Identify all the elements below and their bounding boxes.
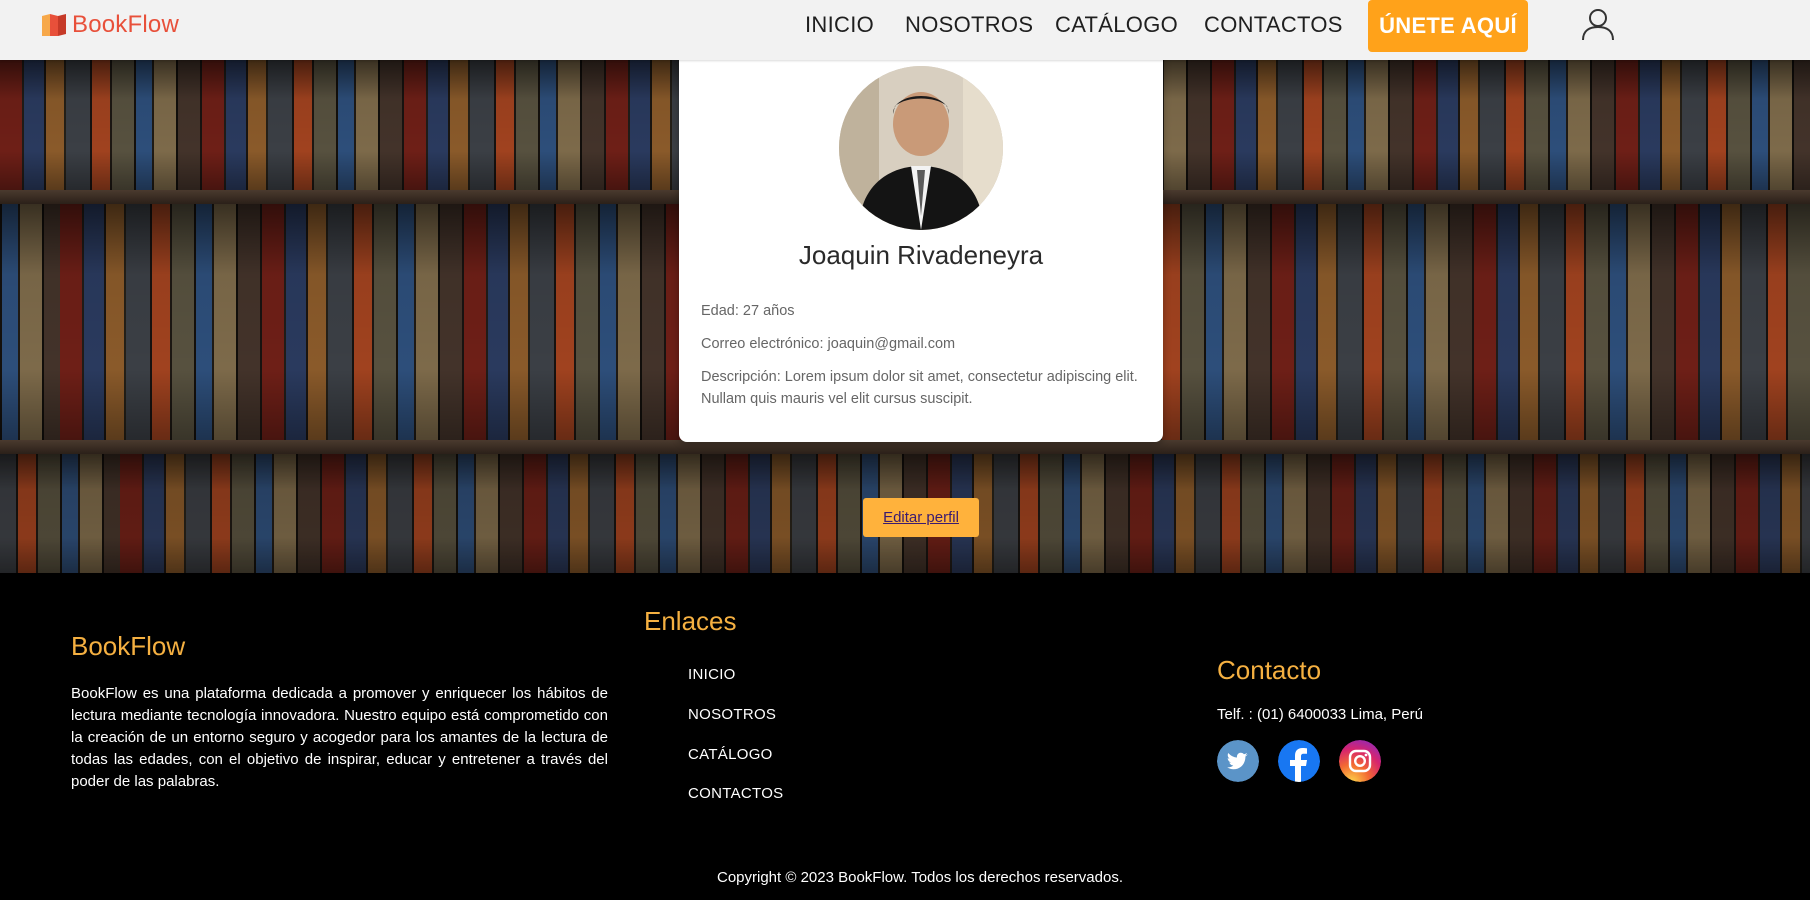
- profile-photo: [839, 66, 1003, 230]
- profile-name: Joaquin Rivadeneyra: [798, 240, 1044, 270]
- footer-contact-title: Contacto: [1217, 655, 1322, 685]
- footer-links-title: Enlaces: [644, 606, 737, 636]
- copyright-text: Copyright © 2023 BookFlow. Todos los der…: [717, 869, 1123, 886]
- avatar: [839, 66, 1003, 230]
- facebook-icon[interactable]: [1278, 740, 1320, 782]
- profile-card: Joaquin Rivadeneyra Edad: 27 años Correo…: [679, 44, 1163, 442]
- footer-link-catalogo[interactable]: CATÁLOGO: [688, 746, 773, 763]
- footer-about-text: BookFlow es una plataforma dedicada a pr…: [71, 685, 608, 790]
- book-logo-icon: [42, 14, 66, 36]
- join-button[interactable]: ÚNETE AQUÍ: [1368, 0, 1528, 52]
- nav-item-catalogo[interactable]: CATÁLOGO: [1055, 12, 1178, 38]
- brand-logo[interactable]: BookFlow: [40, 10, 179, 40]
- footer-link-inicio[interactable]: INICIO: [688, 666, 736, 683]
- instagram-icon[interactable]: [1339, 740, 1381, 782]
- nav-item-contactos[interactable]: CONTACTOS: [1204, 12, 1343, 38]
- profile-age: Edad: 27 años: [701, 303, 795, 319]
- top-navbar: BookFlow INICIO NOSOTROS CATÁLOGO CONTAC…: [0, 0, 1810, 60]
- footer-phone: Telf. : (01) 6400033 Lima, Perú: [1217, 706, 1423, 723]
- shelf-board: [0, 440, 1810, 454]
- nav-item-nosotros[interactable]: NOSOTROS: [905, 12, 1033, 38]
- footer-link-contactos[interactable]: CONTACTOS: [688, 785, 783, 802]
- user-icon[interactable]: [1580, 6, 1616, 42]
- twitter-icon[interactable]: [1217, 740, 1259, 782]
- footer-about-title: BookFlow: [71, 631, 186, 661]
- brand-name: BookFlow: [72, 11, 179, 38]
- nav-item-inicio[interactable]: INICIO: [805, 12, 874, 38]
- profile-description: Descripción: Lorem ipsum dolor sit amet,…: [701, 369, 1138, 407]
- profile-email: Correo electrónico: joaquin@gmail.com: [701, 336, 956, 352]
- edit-profile-button[interactable]: Editar perfil: [863, 498, 979, 537]
- footer-link-nosotros[interactable]: NOSOTROS: [688, 706, 776, 723]
- footer: BookFlow BookFlow es una plataforma dedi…: [0, 573, 1810, 900]
